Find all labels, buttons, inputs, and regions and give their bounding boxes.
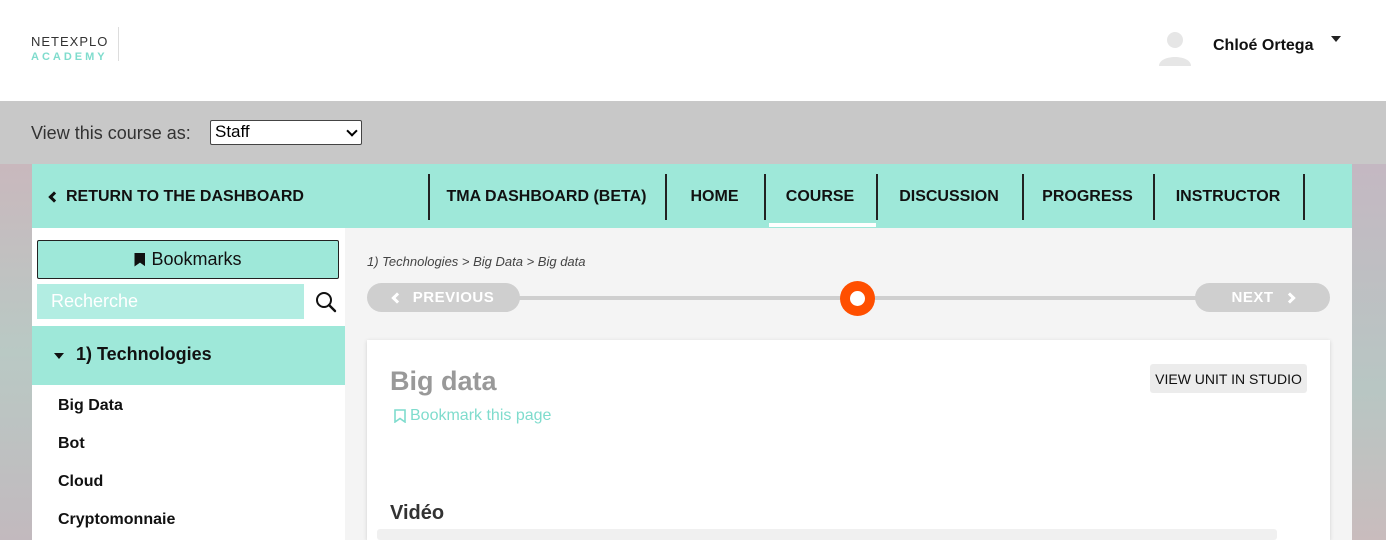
bookmarks-button[interactable]: Bookmarks [37,240,339,279]
tab-home[interactable]: HOME [665,188,764,206]
sidebar-item-bot[interactable]: Bot [58,435,85,453]
view-as-select[interactable]: Staff [210,120,362,145]
tab-discussion[interactable]: DISCUSSION [876,188,1022,206]
user-name[interactable]: Chloé Ortega [1213,37,1313,55]
netexplo-logo[interactable]: NETEXPLO ACADEMY [31,34,108,63]
chapter-technologies[interactable]: 1) Technologies [32,326,345,385]
previous-button[interactable]: PREVIOUS [367,283,520,312]
bookmark-page-link[interactable]: Bookmark this page [394,407,551,425]
background-left [0,164,32,540]
video-player[interactable] [377,529,1277,540]
active-tab-indicator [769,223,876,227]
view-as-selected-value: Staff [215,122,250,141]
video-heading: Vidéo [390,502,445,524]
previous-label: PREVIOUS [412,289,495,306]
view-as-label: View this course as: [31,123,191,143]
next-label: NEXT [1231,289,1274,306]
sidebar-item-cloud[interactable]: Cloud [58,473,103,491]
breadcrumb: 1) Technologies > Big Data > Big data [367,254,586,269]
sidebar-item-big-data[interactable]: Big Data [58,397,123,415]
nav-separator [1303,174,1305,220]
course-content: 1) Technologies > Big Data > Big data PR… [345,228,1352,540]
search-placeholder: Recherche [51,291,139,311]
chapter-title: 1) Technologies [76,344,212,364]
return-label: RETURN TO THE DASHBOARD [66,188,304,205]
bookmark-outline-icon [394,409,406,423]
tab-instructor[interactable]: INSTRUCTOR [1153,188,1303,206]
current-unit-marker[interactable] [840,281,875,316]
view-as-bar: View this course as: Staff [0,101,1386,164]
unit-card: Big data Bookmark this page VIEW UNIT IN… [367,340,1330,540]
unit-title: Big data [390,366,497,396]
background-right [1352,164,1386,540]
user-menu-caret-icon[interactable] [1331,36,1341,42]
return-to-dashboard-link[interactable]: RETURN TO THE DASHBOARD [48,188,304,206]
bookmarks-label: Bookmarks [151,249,242,269]
chevron-down-icon [346,125,358,137]
logo-text-bottom: ACADEMY [31,51,108,63]
course-outline-sidebar: Bookmarks Recherche 1) Technologies Big … [32,228,345,540]
logo-divider [118,27,119,61]
bookmark-page-label: Bookmark this page [410,407,552,424]
chevron-right-icon [1283,291,1296,304]
chevron-left-icon [391,291,403,304]
chevron-left-icon [48,191,60,203]
tab-course[interactable]: COURSE [764,188,876,206]
search-icon[interactable] [315,291,337,313]
user-avatar-icon[interactable] [1156,28,1194,66]
marker-center [850,291,865,306]
bookmark-icon [134,252,146,267]
search-input[interactable]: Recherche [37,284,304,319]
logo-text-top: NETEXPLO [31,34,109,49]
caret-down-icon [54,353,64,359]
sidebar-item-cryptomonnaie[interactable]: Cryptomonnaie [58,511,175,529]
next-button[interactable]: NEXT [1195,283,1330,312]
tab-tma-dashboard[interactable]: TMA DASHBOARD (BETA) [428,188,665,206]
site-header: NETEXPLO ACADEMY Chloé Ortega [0,0,1386,101]
view-unit-in-studio-button[interactable]: VIEW UNIT IN STUDIO [1150,364,1307,393]
course-navbar: RETURN TO THE DASHBOARD TMA DASHBOARD (B… [32,164,1352,228]
tab-progress[interactable]: PROGRESS [1022,188,1153,206]
